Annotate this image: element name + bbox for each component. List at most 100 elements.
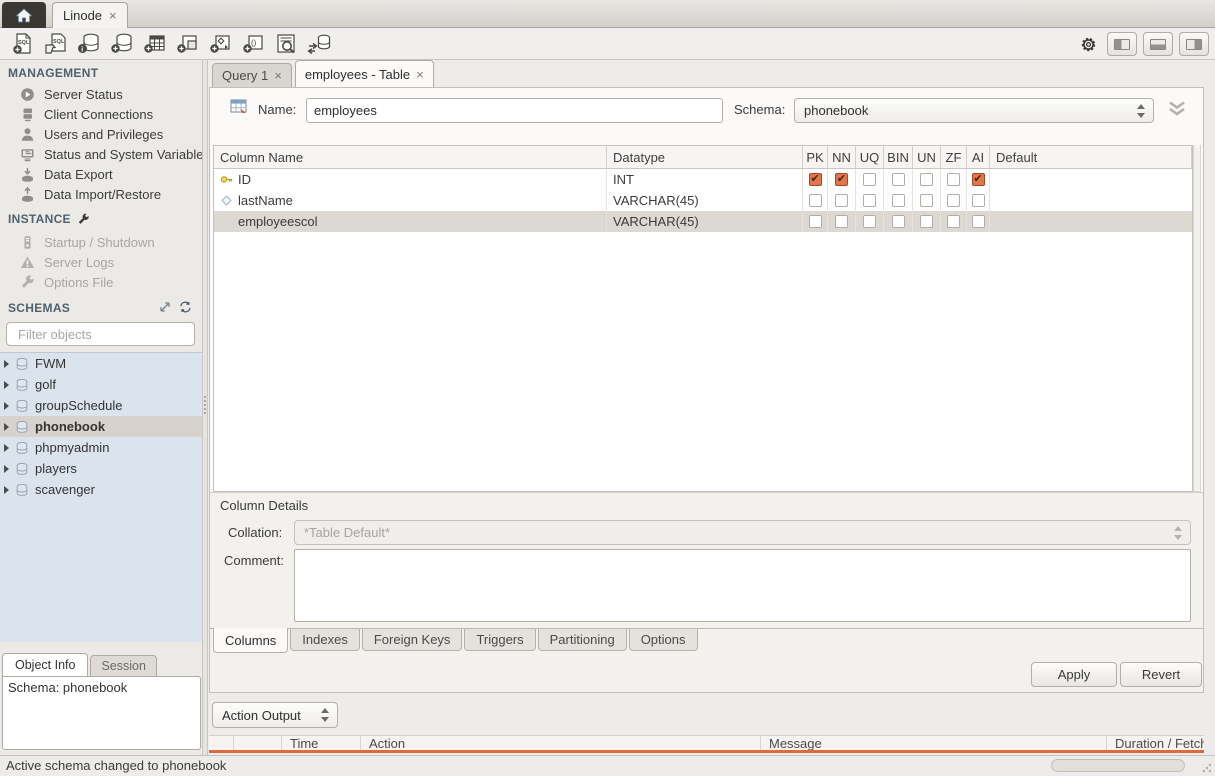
tab-indexes[interactable]: Indexes: [290, 629, 360, 651]
uq-checkbox[interactable]: [863, 194, 876, 207]
horizontal-scrollbar-thumb[interactable]: [1051, 759, 1185, 772]
pk-checkbox[interactable]: [809, 215, 822, 228]
header-zf[interactable]: ZF: [941, 146, 967, 168]
schema-item-players[interactable]: players: [0, 458, 202, 479]
expander-icon[interactable]: [4, 402, 9, 410]
sidebar-item-users-privileges[interactable]: Users and Privileges: [0, 124, 202, 144]
ai-checkbox[interactable]: [972, 215, 985, 228]
schema-item-golf[interactable]: golf: [0, 374, 202, 395]
un-checkbox[interactable]: [920, 215, 933, 228]
toggle-right-panel-button[interactable]: [1179, 32, 1209, 56]
header-default[interactable]: Default: [990, 146, 1192, 168]
header-column-name[interactable]: Column Name: [214, 146, 607, 168]
tab-partitioning[interactable]: Partitioning: [538, 629, 627, 651]
schema-item-phonebook[interactable]: phonebook: [0, 416, 202, 437]
table-name-input[interactable]: [306, 98, 723, 123]
revert-button[interactable]: Revert: [1120, 662, 1202, 687]
tab-options[interactable]: Options: [629, 629, 698, 651]
uq-checkbox[interactable]: [863, 173, 876, 186]
un-checkbox[interactable]: [920, 194, 933, 207]
zf-checkbox[interactable]: [947, 215, 960, 228]
bin-checkbox[interactable]: [892, 173, 905, 186]
collapse-header-chevrons-icon[interactable]: [1165, 100, 1189, 121]
comment-textarea[interactable]: [294, 549, 1191, 622]
open-sql-script-button[interactable]: SQL: [39, 30, 72, 58]
nn-checkbox[interactable]: [835, 173, 848, 186]
close-icon[interactable]: ×: [109, 8, 117, 23]
pk-checkbox[interactable]: [809, 173, 822, 186]
table-row[interactable]: ID INT: [214, 169, 1192, 190]
output-header-status[interactable]: [209, 736, 234, 750]
output-header-action[interactable]: Action: [361, 736, 761, 750]
create-table-button[interactable]: [138, 30, 171, 58]
expander-icon[interactable]: [4, 444, 9, 452]
default-cell[interactable]: [990, 211, 1192, 232]
output-selector[interactable]: Action Output: [212, 702, 338, 728]
zf-checkbox[interactable]: [947, 194, 960, 207]
header-datatype[interactable]: Datatype: [607, 146, 803, 168]
expander-icon[interactable]: [4, 486, 9, 494]
header-ai[interactable]: AI: [967, 146, 990, 168]
tab-object-info[interactable]: Object Info: [2, 653, 88, 676]
header-un[interactable]: UN: [913, 146, 941, 168]
header-pk[interactable]: PK: [803, 146, 828, 168]
expander-icon[interactable]: [4, 465, 9, 473]
nn-checkbox[interactable]: [835, 194, 848, 207]
search-table-data-button[interactable]: [270, 30, 303, 58]
schema-item-scavenger[interactable]: scavenger: [0, 479, 202, 500]
default-cell[interactable]: [990, 169, 1192, 190]
tab-foreign-keys[interactable]: Foreign Keys: [362, 629, 463, 651]
connection-tab-linode[interactable]: Linode ×: [52, 2, 128, 28]
output-header-duration[interactable]: Duration / Fetch: [1107, 736, 1204, 750]
pk-checkbox[interactable]: [809, 194, 822, 207]
toggle-bottom-panel-button[interactable]: [1143, 32, 1173, 56]
schema-select[interactable]: phonebook: [794, 98, 1154, 123]
header-nn[interactable]: NN: [828, 146, 856, 168]
uq-checkbox[interactable]: [863, 215, 876, 228]
schema-item-groupschedule[interactable]: groupSchedule: [0, 395, 202, 416]
expander-icon[interactable]: [4, 381, 9, 389]
sidebar-item-data-import[interactable]: Data Import/Restore: [0, 184, 202, 204]
create-schema-button[interactable]: [105, 30, 138, 58]
create-function-button[interactable]: (): [237, 30, 270, 58]
bin-checkbox[interactable]: [892, 215, 905, 228]
nn-checkbox[interactable]: [835, 215, 848, 228]
resize-grip[interactable]: [1202, 763, 1212, 773]
ai-checkbox[interactable]: [972, 194, 985, 207]
un-checkbox[interactable]: [920, 173, 933, 186]
output-header-index[interactable]: [234, 736, 282, 750]
header-bin[interactable]: BIN: [884, 146, 913, 168]
sidebar-item-options-file[interactable]: Options File: [0, 272, 202, 292]
schema-filter-input[interactable]: [18, 327, 194, 342]
tab-query1[interactable]: Query 1 ×: [212, 63, 292, 87]
tab-columns[interactable]: Columns: [213, 628, 288, 653]
output-header-message[interactable]: Message: [761, 736, 1107, 750]
apply-button[interactable]: Apply: [1031, 662, 1117, 687]
close-icon[interactable]: ×: [274, 68, 282, 83]
tab-session[interactable]: Session: [90, 655, 156, 676]
inspect-database-button[interactable]: i: [72, 30, 105, 58]
toggle-sidebar-button[interactable]: [1107, 32, 1137, 56]
schema-item-fwm[interactable]: FWM: [0, 353, 202, 374]
new-sql-tab-button[interactable]: SQL: [6, 30, 39, 58]
tab-employees-table[interactable]: employees - Table ×: [295, 60, 434, 87]
zf-checkbox[interactable]: [947, 173, 960, 186]
table-row-selected[interactable]: employeescol VARCHAR(45): [214, 211, 1192, 232]
tab-triggers[interactable]: Triggers: [464, 629, 535, 651]
refresh-schemas-icon[interactable]: [179, 301, 192, 313]
sidebar-item-system-variables[interactable]: Status and System Variables: [0, 144, 202, 164]
sidebar-item-startup-shutdown[interactable]: Startup / Shutdown: [0, 232, 202, 252]
ai-checkbox[interactable]: [972, 173, 985, 186]
collation-select[interactable]: *Table Default*: [294, 520, 1191, 545]
expander-icon[interactable]: [4, 360, 9, 368]
default-cell[interactable]: [990, 190, 1192, 211]
close-icon[interactable]: ×: [416, 67, 424, 82]
sidebar-item-data-export[interactable]: Data Export: [0, 164, 202, 184]
header-uq[interactable]: UQ: [856, 146, 884, 168]
output-header-time[interactable]: Time: [282, 736, 361, 750]
sidebar-item-client-connections[interactable]: Client Connections: [0, 104, 202, 124]
create-procedure-button[interactable]: [204, 30, 237, 58]
grid-vertical-scrollbar[interactable]: [1193, 145, 1201, 492]
reconnect-database-button[interactable]: [303, 30, 336, 58]
sidebar-item-server-logs[interactable]: Server Logs: [0, 252, 202, 272]
